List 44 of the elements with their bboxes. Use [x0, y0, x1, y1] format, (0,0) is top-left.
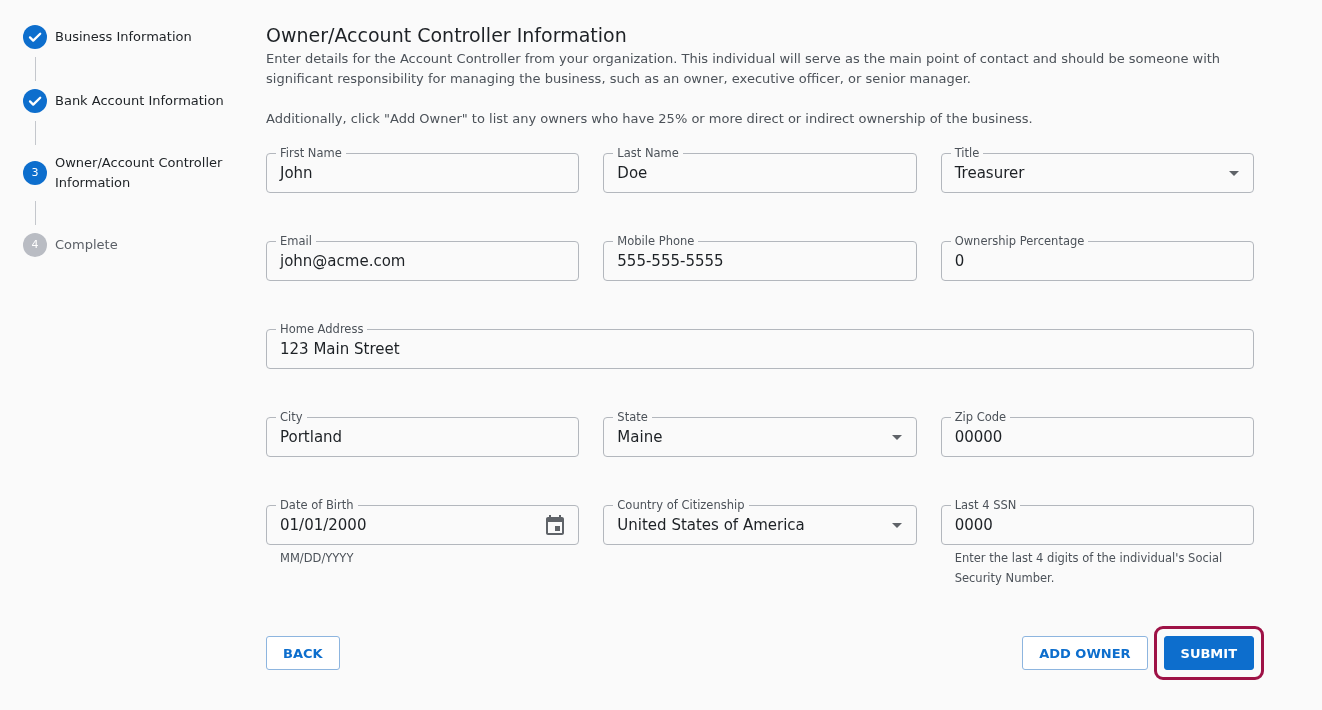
form-title: Owner/Account Controller Information — [266, 23, 628, 48]
field-label: Mobile Phone — [613, 234, 699, 248]
field-value: 555-555-5555 — [617, 252, 725, 270]
outlined-button[interactable]: ADD OWNER — [1022, 636, 1148, 670]
outlined-button[interactable]: BACK — [266, 636, 340, 670]
description-text: Enter details for the Account Controller from your organization. This individual will serve as the main point of contact and should be someone with significant responsibility for managing the business, such as an owner, executive officer, or senior manager. — [266, 50, 1222, 88]
field-label: Zip Code — [950, 410, 1011, 424]
field-value: 0 — [954, 252, 966, 270]
field-label: Last Name — [613, 146, 683, 160]
field-label: Ownership Percentage — [950, 234, 1089, 248]
field-label: Country of Citizenship — [613, 498, 749, 512]
field-label: Last 4 SSN — [950, 498, 1021, 512]
field-value: 123 Main Street — [280, 340, 401, 358]
field-value: Doe — [617, 164, 649, 182]
helper-text: MM/DD/YYYY — [279, 550, 355, 567]
field-label: Home Address — [276, 322, 368, 336]
step-label[interactable]: Owner/Account Controller Information — [55, 153, 255, 193]
field-label: State — [613, 410, 652, 424]
step-label[interactable]: Complete — [55, 235, 255, 255]
field-value: Treasurer — [954, 164, 1026, 182]
field-value: 00000 — [954, 428, 1004, 446]
field-value: 0000 — [954, 516, 994, 534]
caret-icon — [1229, 170, 1239, 176]
field-value: United States of America — [617, 516, 806, 534]
field-value: 01/01/2000 — [280, 516, 368, 534]
submit-button[interactable]: SUBMIT — [1163, 636, 1254, 670]
field-label: City — [276, 410, 307, 424]
field-label: Title — [950, 146, 984, 160]
caret-icon — [891, 434, 902, 440]
field-value: Maine — [617, 428, 664, 446]
field-label: First Name — [276, 146, 346, 160]
step-label[interactable]: Business Information — [55, 27, 255, 47]
helper-text: Enter the last 4 digits of the individual's Social Security Number. — [953, 550, 1224, 587]
field-label: Date of Birth — [276, 498, 358, 512]
description-text: Additionally, click "Add Owner" to list any owners who have 25% or more direct or indirect ownership of the business. — [266, 110, 1034, 128]
step-number: 4 — [23, 233, 47, 257]
calendar-icon — [546, 515, 565, 535]
step-label[interactable]: Bank Account Information — [55, 91, 255, 111]
field-label: Email — [276, 234, 316, 248]
step-number: 3 — [23, 161, 47, 185]
field-value: John — [280, 164, 314, 182]
field-value: john@acme.com — [280, 252, 407, 270]
caret-icon — [891, 522, 902, 528]
field-value: Portland — [280, 428, 344, 446]
